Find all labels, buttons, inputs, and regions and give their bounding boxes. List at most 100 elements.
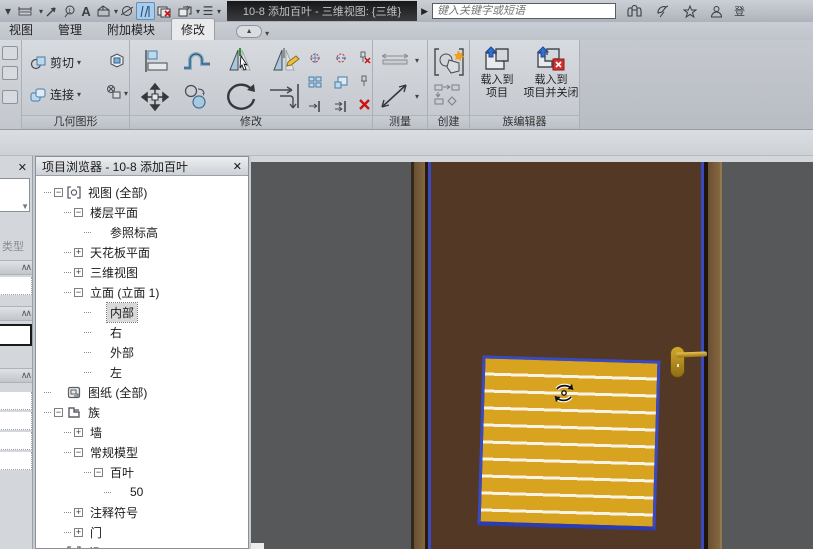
view-background[interactable]: [251, 162, 813, 549]
load-into-project-button[interactable]: 载入到 项目: [471, 45, 523, 100]
collapse-icon[interactable]: −: [54, 188, 63, 197]
paint-face-icon[interactable]: [108, 52, 126, 72]
sign-in-label[interactable]: 登: [734, 3, 745, 19]
aligned-dimension-icon[interactable]: [16, 2, 38, 20]
tree-item-label[interactable]: 三维视图: [87, 263, 141, 282]
create-panel-label[interactable]: 创建: [428, 115, 469, 129]
collapse-chevron-icon[interactable]: ∧∧: [21, 370, 30, 381]
tree-item[interactable]: + 三维视图: [36, 262, 248, 282]
delete-icon[interactable]: [358, 98, 371, 110]
tab-manage[interactable]: 管理: [49, 19, 91, 40]
tab-view[interactable]: 视图: [0, 19, 42, 40]
search-input[interactable]: [432, 3, 616, 19]
communication-center-icon[interactable]: [654, 2, 672, 20]
tree-item[interactable]: 内部: [36, 302, 248, 322]
tree-item[interactable]: + 注释符号: [36, 502, 248, 522]
tree-item[interactable]: 50: [36, 482, 248, 502]
project-browser-close-icon[interactable]: ✕: [233, 160, 242, 173]
tree-item-label[interactable]: 立面 (立面 1): [87, 283, 162, 302]
properties-group-header[interactable]: ∧∧: [0, 260, 33, 275]
tree-item-label[interactable]: 50: [127, 484, 146, 500]
tree-item[interactable]: −百叶: [36, 462, 248, 482]
collapse-icon[interactable]: −: [74, 208, 83, 217]
section-icon[interactable]: [118, 2, 136, 20]
tree-item[interactable]: 左: [36, 362, 248, 382]
geometry-panel-label[interactable]: 几何图形: [22, 115, 129, 129]
thin-lines-icon[interactable]: [136, 2, 155, 20]
tree-item-label[interactable]: 左: [107, 363, 125, 382]
scale-icon[interactable]: [334, 76, 347, 88]
trim-extend-icon[interactable]: [268, 82, 302, 113]
text-note-icon[interactable]: A: [78, 2, 94, 20]
title-next-arrow[interactable]: ▶: [421, 6, 428, 17]
door-frame-left[interactable]: [414, 162, 425, 549]
collapse-chevron-icon[interactable]: ∧∧: [21, 262, 30, 273]
tree-item-label[interactable]: 天花板平面: [87, 243, 153, 262]
tree-item-label[interactable]: 右: [107, 323, 125, 342]
collapse-icon[interactable]: −: [94, 468, 103, 477]
tab-addins[interactable]: 附加模块: [98, 19, 164, 40]
properties-row[interactable]: [0, 277, 32, 295]
search-binoculars-icon[interactable]: [624, 2, 645, 20]
transfer-icons[interactable]: [434, 84, 447, 96]
demolish-caret[interactable]: ▾: [124, 89, 128, 98]
tree-item-label[interactable]: 百叶: [107, 463, 137, 482]
ribbon-collapse-button[interactable]: ▲: [236, 25, 262, 38]
collapse-icon[interactable]: −: [74, 288, 83, 297]
mirror-draw-axis-icon[interactable]: [270, 46, 300, 77]
properties-row[interactable]: [0, 432, 32, 450]
tree-item-label[interactable]: 视图 (全部): [85, 183, 150, 202]
favorites-star-icon[interactable]: [681, 2, 699, 20]
tree-item[interactable]: −族: [36, 402, 248, 422]
type-selector-caret[interactable]: ▼: [21, 202, 29, 211]
pin-icon[interactable]: [358, 74, 371, 86]
modify-panel-label[interactable]: 修改: [130, 115, 372, 129]
align-icon[interactable]: [142, 48, 170, 77]
join-caret[interactable]: ▾: [77, 90, 81, 99]
tree-item[interactable]: 参照标高: [36, 222, 248, 242]
collapse-icon[interactable]: −: [54, 408, 63, 417]
demolish-icon[interactable]: [106, 84, 122, 103]
measure-panel-caret[interactable]: ▾: [415, 92, 419, 101]
measure-icon[interactable]: [379, 80, 411, 113]
collapse-chevron-icon[interactable]: ∧∧: [21, 308, 30, 319]
properties-row[interactable]: [0, 392, 32, 410]
tree-item-label[interactable]: 参照标高: [107, 223, 161, 242]
tree-item-label[interactable]: 门: [87, 523, 105, 542]
rotate-icon[interactable]: [224, 80, 258, 115]
tree-item-label[interactable]: 注释符号: [87, 503, 141, 522]
door-frame-right[interactable]: [708, 162, 720, 549]
dimension-panel-caret[interactable]: ▾: [415, 56, 419, 65]
drawing-area[interactable]: [251, 156, 813, 549]
tree-item[interactable]: −立面 (立面 1): [36, 282, 248, 302]
expand-icon[interactable]: +: [74, 268, 83, 277]
trim-single-icon[interactable]: [308, 100, 321, 112]
tree-item-label[interactable]: 组: [85, 543, 103, 549]
mirror-pick-axis-icon[interactable]: [226, 46, 256, 77]
tree-item-label[interactable]: 族: [85, 403, 103, 422]
dimension-icon[interactable]: [380, 52, 410, 69]
expand-icon[interactable]: +: [74, 248, 83, 257]
cut-button[interactable]: 剪切 ▾: [30, 54, 81, 71]
collapse-icon[interactable]: −: [74, 448, 83, 457]
expand-icon[interactable]: +: [74, 428, 83, 437]
tab-modify[interactable]: 修改: [171, 18, 215, 40]
properties-group-header[interactable]: ∧∧: [0, 306, 33, 321]
cut-caret[interactable]: ▾: [77, 58, 81, 67]
tree-item-label[interactable]: 楼层平面: [87, 203, 141, 222]
tree-item[interactable]: 右: [36, 322, 248, 342]
tree-item[interactable]: −组: [36, 542, 248, 548]
tree-item[interactable]: +门: [36, 522, 248, 542]
tree-item-label[interactable]: 图纸 (全部): [85, 383, 150, 402]
tree-item-label[interactable]: 常规模型: [87, 443, 141, 462]
split-element-icon[interactable]: [308, 52, 321, 64]
properties-row[interactable]: [0, 452, 32, 470]
tree-item[interactable]: + 天花板平面: [36, 242, 248, 262]
trim-multiple-icon[interactable]: [334, 100, 347, 112]
expand-icon[interactable]: +: [74, 508, 83, 517]
expand-icon[interactable]: +: [74, 528, 83, 537]
tag-by-category-icon[interactable]: 1: [60, 2, 78, 20]
tree-item[interactable]: 外部: [36, 342, 248, 362]
project-browser-titlebar[interactable]: 项目浏览器 - 10-8 添加百叶 ✕: [36, 157, 248, 176]
family-editor-panel-label[interactable]: 族编辑器: [470, 115, 579, 129]
